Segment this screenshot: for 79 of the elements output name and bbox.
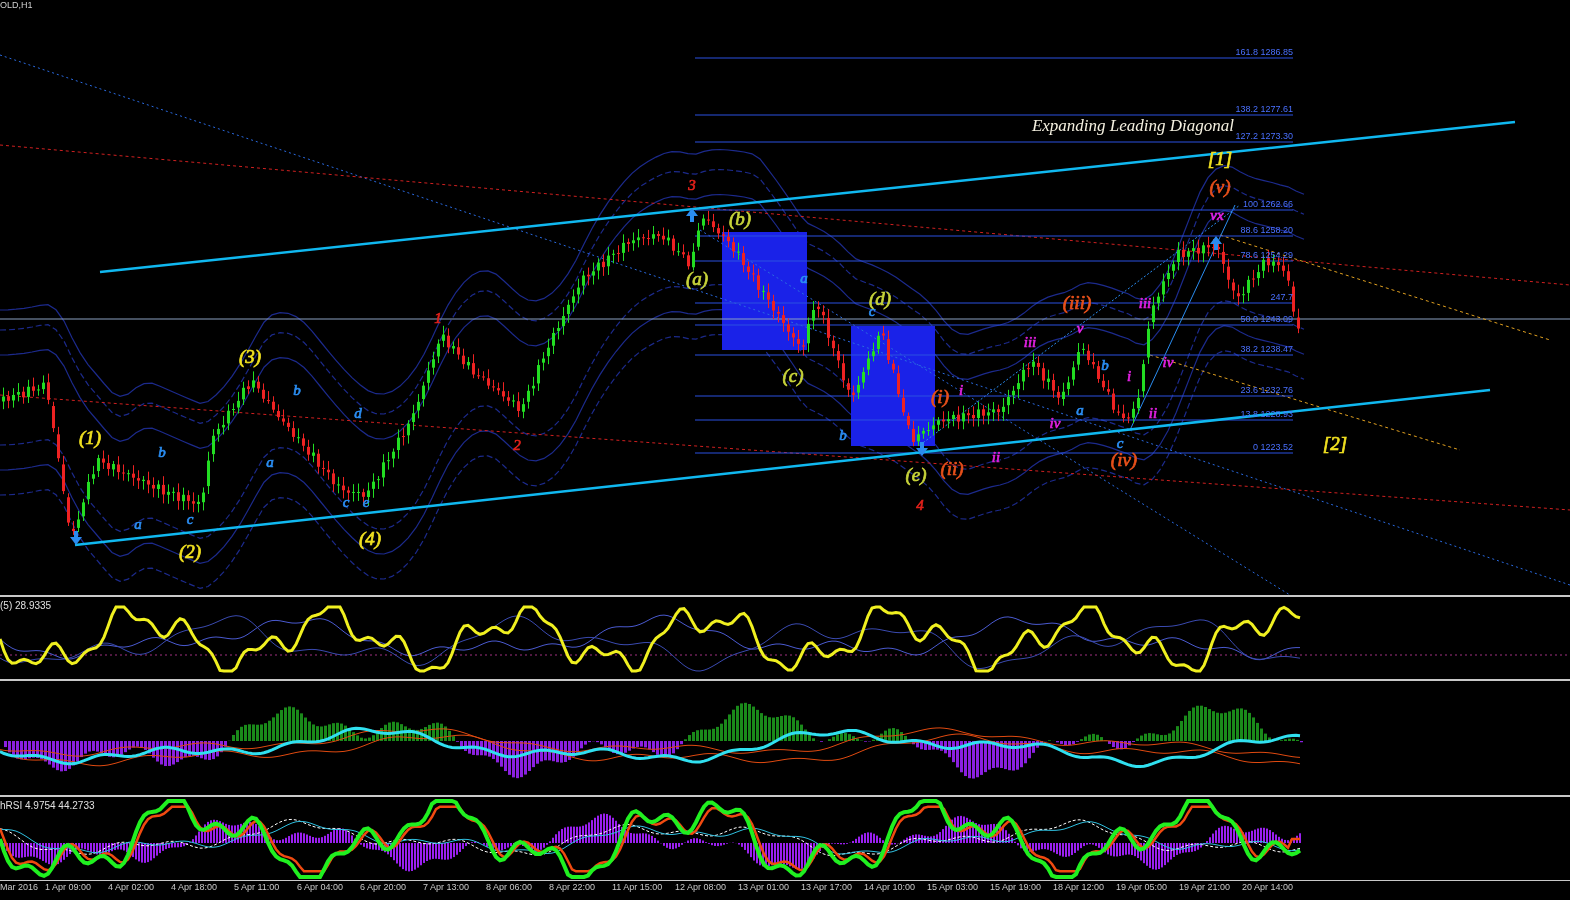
wave-label: b [293, 382, 301, 398]
fibonacci-level-label: 50.0 1243.09 [1240, 314, 1293, 324]
time-axis-label: 13 Apr 17:00 [801, 881, 854, 893]
wave-label: c [1116, 435, 1124, 451]
fibonacci-level-label: 100 1262.66 [1242, 199, 1293, 209]
time-axis-label: 7 Apr 13:00 [423, 881, 471, 893]
wave-label: (c) [782, 365, 804, 386]
wave-label: 2 [513, 437, 521, 453]
fibonacci-level-label: 127.2 1273.30 [1235, 131, 1293, 141]
wave-label: (a) [685, 268, 709, 289]
wave-label: v [1076, 320, 1084, 336]
time-axis-label: 14 Apr 10:00 [864, 881, 917, 893]
time-axis-label: 12 Apr 08:00 [675, 881, 728, 893]
wave-label: (iii) [1062, 292, 1092, 313]
wave-label: c [342, 494, 350, 510]
wave-label: [1] [1207, 148, 1233, 169]
wave-label: (b) [728, 208, 752, 229]
annotation-text: Expanding Leading Diagonal [1031, 116, 1234, 135]
arrow-marker-icon [686, 208, 698, 222]
wave-label: (v) [1209, 176, 1231, 197]
time-axis-label: 18 Apr 12:00 [1053, 881, 1106, 893]
time-axis-label: 19 Apr 05:00 [1116, 881, 1169, 893]
wave-label: ii [1148, 405, 1158, 421]
wave-label: 4 [916, 497, 924, 513]
time-axis-label: 19 Apr 21:00 [1179, 881, 1232, 893]
wave-label: (e) [905, 464, 927, 485]
wave-label: i [958, 382, 964, 398]
indicator-label: (5) 28.9335 [0, 599, 52, 613]
time-axis-label: Mar 2016 [0, 881, 40, 893]
time-axis-label: 15 Apr 03:00 [927, 881, 980, 893]
arrow-marker-icon [916, 442, 928, 456]
arrow-marker-icon [1210, 236, 1222, 250]
wave-label: b [1101, 357, 1109, 373]
indicator-label: hRSI 4.9754 44.2733 [0, 799, 95, 813]
wave-label: b [158, 444, 166, 460]
wave-label: a [800, 270, 808, 286]
arrow-marker-icon [70, 531, 82, 545]
time-axis-label: 6 Apr 04:00 [297, 881, 345, 893]
wave-label: d [354, 405, 362, 421]
wave-label: (iv) [1110, 449, 1138, 470]
fibonacci-level-label: 138.2 1277.61 [1235, 104, 1293, 114]
wave-label: (3) [238, 346, 262, 367]
time-axis-label: 4 Apr 18:00 [171, 881, 219, 893]
wave-label: c [186, 511, 194, 527]
wave-label: [2] [1322, 433, 1348, 454]
wave-label: iv [1162, 354, 1174, 370]
wave-label: iii [1023, 334, 1037, 350]
wave-label: (ii) [940, 458, 964, 479]
time-axis-label: 8 Apr 22:00 [549, 881, 597, 893]
time-axis-label: 6 Apr 20:00 [360, 881, 408, 893]
time-axis-label: 15 Apr 19:00 [990, 881, 1043, 893]
wave-label: iv [1049, 415, 1061, 431]
wave-label: (4) [358, 528, 382, 549]
time-axis-label: 8 Apr 06:00 [486, 881, 534, 893]
time-axis-label: 13 Apr 01:00 [738, 881, 791, 893]
time-axis-label: 5 Apr 11:00 [234, 881, 281, 893]
wave-label: ii [991, 449, 1001, 465]
time-axis-label: 1 Apr 09:00 [45, 881, 93, 893]
time-axis-label: 11 Apr 15:00 [612, 881, 664, 893]
wave-label: e [362, 494, 370, 510]
fibonacci-level-label: 88.6 1258.20 [1240, 225, 1293, 235]
wave-label: 3 [688, 177, 696, 193]
fibonacci-level-label: 38.2 1238.47 [1240, 344, 1293, 354]
wave-label: vx [1210, 207, 1224, 223]
fibonacci-level-label: 0 1223.52 [1252, 442, 1293, 452]
wave-label: (2) [178, 541, 202, 562]
wave-label: 1 [434, 310, 442, 326]
time-axis-label: 4 Apr 02:00 [108, 881, 156, 893]
wave-label: (1) [78, 427, 102, 448]
wave-label: i [1126, 368, 1132, 384]
fibonacci-level-label: 23.6 1232.76 [1240, 385, 1293, 395]
wave-label: b [839, 427, 847, 443]
time-axis-label: 20 Apr 14:00 [1242, 881, 1295, 893]
wave-label: a [1076, 402, 1084, 418]
fibonacci-level-label: 161.8 1286.85 [1235, 47, 1293, 57]
wave-label: a [266, 454, 274, 470]
wave-label: iii [1138, 295, 1152, 311]
wave-label: a [134, 516, 142, 532]
chart-title: OLD,H1 [0, 0, 33, 10]
